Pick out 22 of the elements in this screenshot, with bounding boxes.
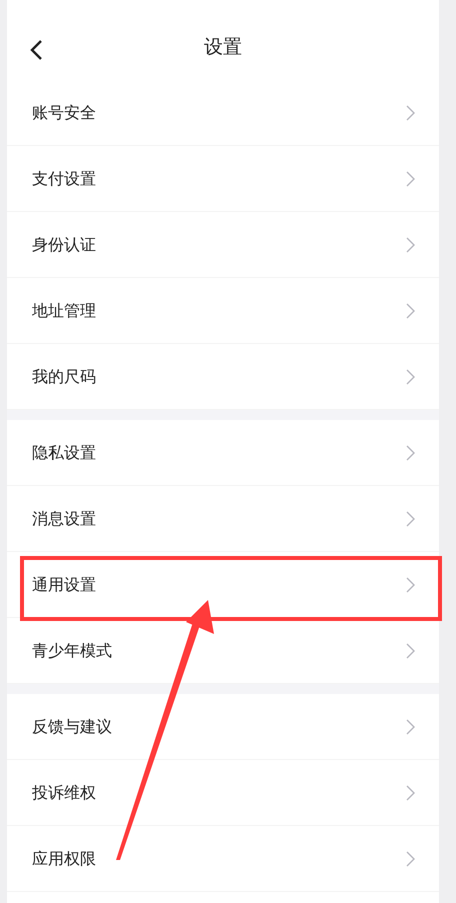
- chevron-right-icon: [406, 510, 415, 526]
- chevron-right-icon: [406, 784, 415, 800]
- chevron-right-icon: [406, 642, 415, 658]
- settings-row[interactable]: 账号安全: [7, 80, 439, 146]
- chevron-right-icon: [406, 170, 415, 186]
- chevron-right-icon: [406, 718, 415, 734]
- settings-row[interactable]: 身份认证: [7, 212, 439, 278]
- chevron-right-icon: [406, 850, 415, 866]
- chevron-right-icon: [406, 236, 415, 252]
- chevron-right-icon: [406, 576, 415, 592]
- chevron-right-icon: [406, 104, 415, 120]
- settings-row[interactable]: 地址管理: [7, 278, 439, 344]
- settings-row[interactable]: 隐私设置: [7, 420, 439, 486]
- chevron-right-icon: [406, 368, 415, 384]
- back-icon[interactable]: [29, 39, 43, 61]
- page-title: 设置: [204, 35, 242, 60]
- chevron-right-icon: [406, 302, 415, 318]
- settings-row[interactable]: 我的尺码: [7, 344, 439, 410]
- chevron-right-icon: [406, 444, 415, 460]
- settings-row[interactable]: 通用设置: [7, 552, 439, 618]
- settings-row[interactable]: 支付设置: [7, 146, 439, 212]
- settings-row[interactable]: 消息设置: [7, 486, 439, 552]
